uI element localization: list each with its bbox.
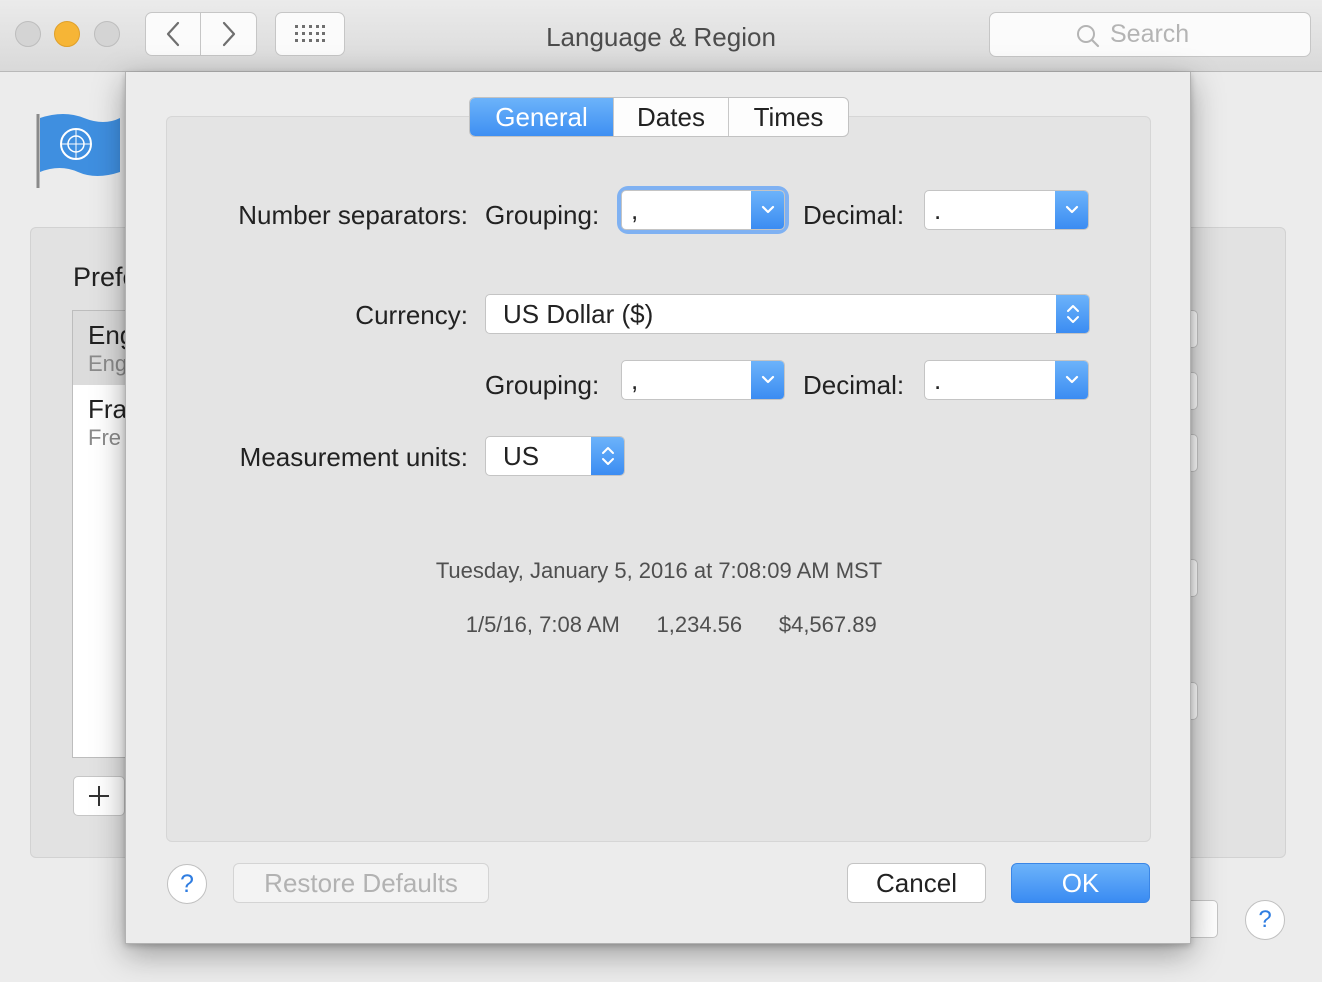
currency-label: Currency: (355, 300, 468, 330)
number-separators-label: Number separators: (238, 200, 468, 230)
restore-defaults-button[interactable]: Restore Defaults (233, 863, 489, 903)
currency-grouping-popup[interactable]: , (621, 360, 785, 400)
number-grouping-label: Grouping: (485, 200, 600, 230)
tab-dates[interactable]: Dates (613, 98, 728, 136)
chevron-down-icon (751, 361, 784, 399)
ok-button[interactable]: OK (1011, 863, 1150, 903)
search-field[interactable]: Search (989, 12, 1311, 57)
number-grouping-value: , (631, 194, 639, 225)
tab-bar: General Dates Times (469, 97, 849, 137)
currency-decimal-value: . (934, 364, 942, 395)
number-decimal-popup[interactable]: . (924, 190, 1089, 230)
plus-icon (89, 786, 109, 806)
measurement-units-popup[interactable]: US (485, 436, 625, 476)
currency-decimal-label: Decimal: (803, 370, 905, 400)
search-placeholder: Search (1110, 20, 1190, 48)
number-decimal-value: . (934, 194, 942, 225)
add-language-button[interactable] (73, 776, 125, 816)
up-down-chevron-icon (591, 437, 624, 475)
tab-general[interactable]: General (470, 98, 613, 136)
help-button[interactable]: ? (167, 864, 207, 904)
language-native-name: Eng (88, 351, 128, 376)
preview-short-values: 1/5/16, 7:08 AM 1,234.56 $4,567.89 (126, 586, 1192, 664)
background-help-button[interactable]: ? (1245, 900, 1285, 940)
preview-currency: $4,567.89 (778, 612, 877, 637)
window-toolbar: Language & Region Search (0, 0, 1322, 72)
currency-popup[interactable]: US Dollar ($) (485, 294, 1090, 334)
currency-grouping-label: Grouping: (485, 370, 600, 400)
chevron-down-icon (751, 191, 784, 229)
preview-short-date: 1/5/16, 7:08 AM (465, 612, 620, 637)
un-flag-icon (36, 114, 120, 188)
language-name: Fra (88, 394, 127, 424)
preview-number: 1,234.56 (656, 612, 743, 637)
currency-value: US Dollar ($) (503, 298, 654, 329)
chevron-down-icon (1055, 191, 1088, 229)
currency-grouping-value: , (631, 364, 639, 395)
search-icon (1077, 25, 1100, 48)
number-decimal-label: Decimal: (803, 200, 905, 230)
measurement-units-label: Measurement units: (239, 442, 468, 472)
up-down-chevron-icon (1056, 295, 1089, 333)
number-grouping-popup[interactable]: , (621, 190, 785, 230)
preview-long-date: Tuesday, January 5, 2016 at 7:08:09 AM M… (435, 558, 883, 583)
chevron-down-icon (1055, 361, 1088, 399)
language-native-name: Fre (88, 425, 121, 450)
cancel-button[interactable]: Cancel (847, 863, 986, 903)
advanced-sheet: General Dates Times Number separators: G… (125, 72, 1191, 944)
measurement-units-value: US (503, 440, 540, 471)
currency-decimal-popup[interactable]: . (924, 360, 1089, 400)
tab-times[interactable]: Times (728, 98, 848, 136)
